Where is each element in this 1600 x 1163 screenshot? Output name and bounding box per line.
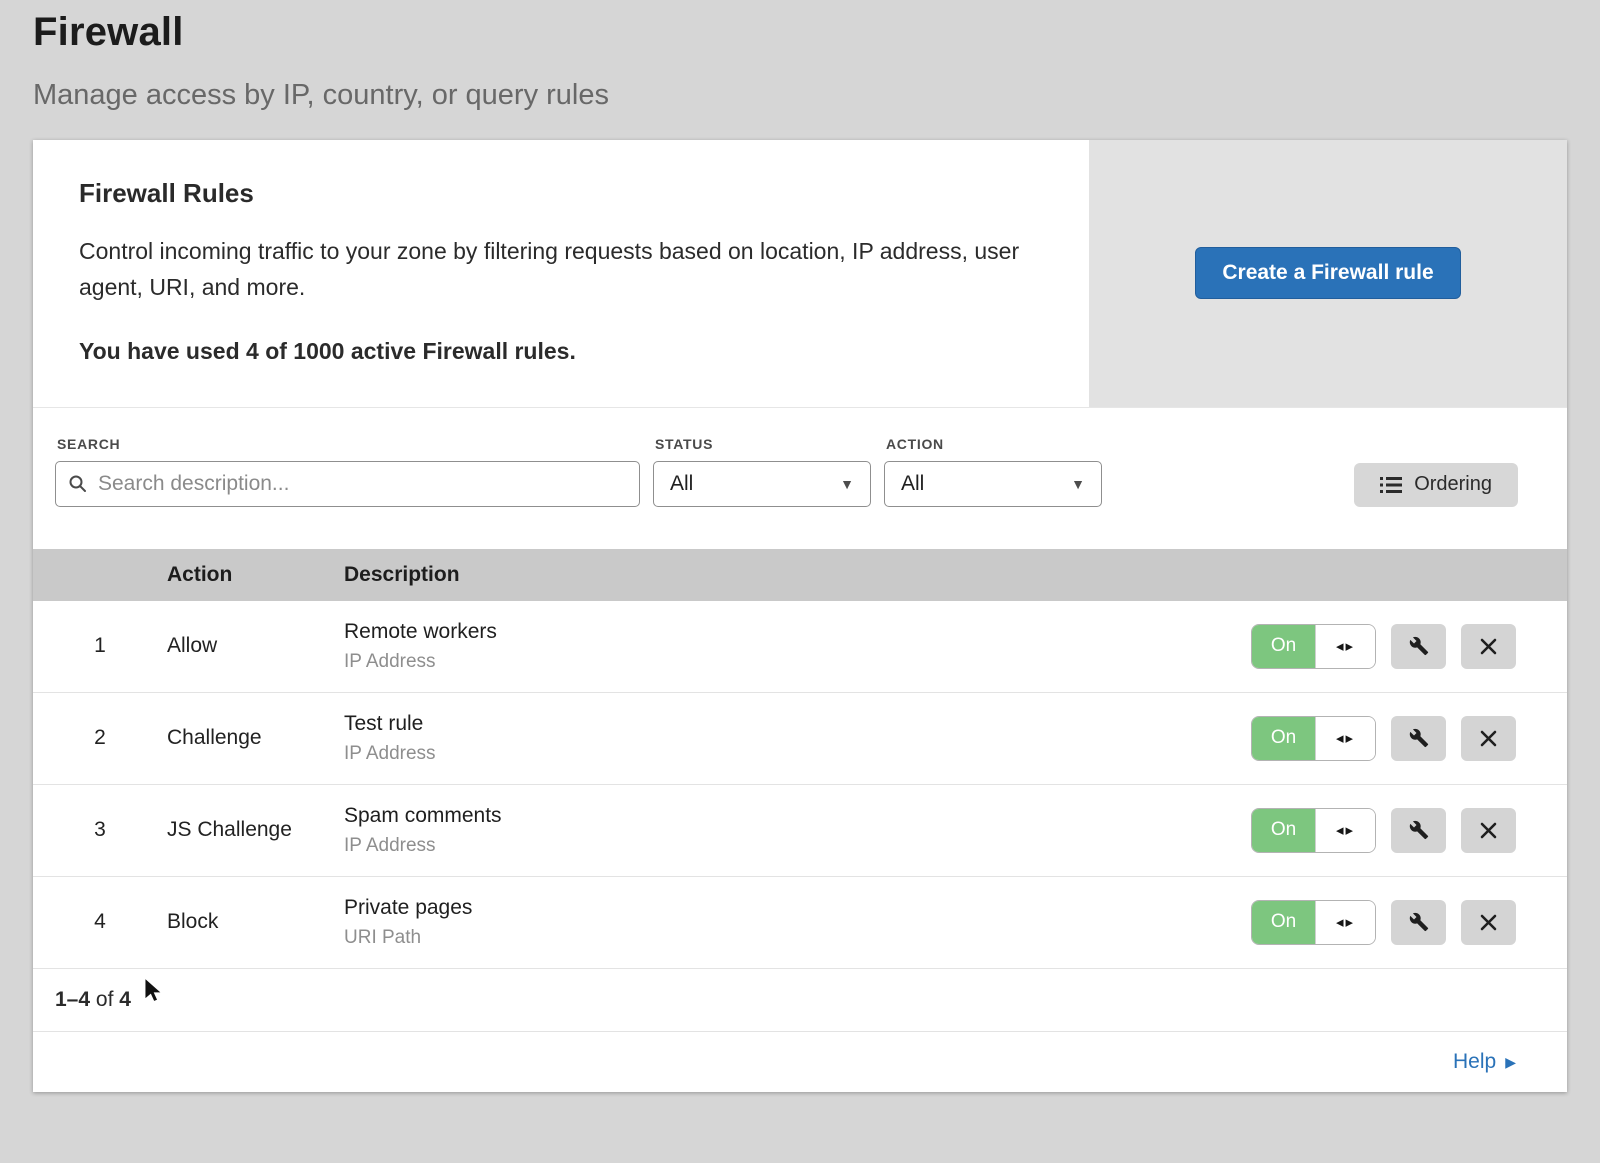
page-title: Firewall [33,10,1567,55]
rule-description: Test rule [344,712,1251,736]
search-input[interactable] [96,471,627,497]
ordering-button[interactable]: Ordering [1354,463,1518,507]
action-select-value: All [901,472,924,496]
delete-rule-button[interactable] [1461,808,1516,853]
edit-rule-button[interactable] [1391,900,1446,945]
rule-description: Spam comments [344,804,1251,828]
page-header: Firewall Manage access by IP, country, o… [0,0,1600,112]
delete-rule-button[interactable] [1461,900,1516,945]
rule-enabled-toggle[interactable]: On ◂▸ [1251,716,1376,761]
help-arrow-icon: ▶ [1505,1054,1516,1071]
edit-rule-button[interactable] [1391,808,1446,853]
description-column-header: Description [344,563,1567,587]
toggle-on-label: On [1252,717,1315,760]
rule-controls: On ◂▸ [1251,808,1567,853]
card-intro-section: Firewall Rules Control incoming traffic … [33,140,1567,408]
toggle-arrows-icon: ◂▸ [1315,625,1375,668]
rule-action: Block [167,910,344,934]
toggle-arrows-icon: ◂▸ [1315,901,1375,944]
toggle-on-label: On [1252,809,1315,852]
filter-bar: SEARCH STATUS All ▼ ACTION All ▼ [33,408,1567,549]
rule-controls: On ◂▸ [1251,624,1567,669]
status-label: STATUS [655,436,871,452]
status-filter-group: STATUS All ▼ [653,436,871,507]
chevron-down-icon: ▼ [840,476,854,492]
rule-description-cell: Spam comments IP Address [344,804,1251,857]
delete-rule-button[interactable] [1461,716,1516,761]
close-icon [1480,730,1497,747]
usage-text: You have used 4 of 1000 active Firewall … [79,338,1029,365]
edit-rule-button[interactable] [1391,716,1446,761]
rule-match-type: URI Path [344,927,1251,949]
search-label: SEARCH [57,436,640,452]
edit-rule-button[interactable] [1391,624,1446,669]
rule-number: 3 [33,818,167,842]
wrench-icon [1409,912,1429,932]
table-row: 2 Challenge Test rule IP Address On ◂▸ [33,693,1567,785]
pagination-total: 4 [119,988,131,1011]
table-row: 3 JS Challenge Spam comments IP Address … [33,785,1567,877]
rule-description-cell: Test rule IP Address [344,712,1251,765]
pagination-range: 1–4 [55,988,90,1011]
table-row: 1 Allow Remote workers IP Address On ◂▸ [33,601,1567,693]
search-filter-group: SEARCH [55,436,640,507]
rule-match-type: IP Address [344,743,1251,765]
action-filter-group: ACTION All ▼ [884,436,1102,507]
action-column-header: Action [167,563,344,587]
toggle-on-label: On [1252,901,1315,944]
toggle-arrows-icon: ◂▸ [1315,809,1375,852]
pagination: 1–4 of 4 [33,969,1567,1032]
pagination-of: of [96,988,114,1011]
wrench-icon [1409,820,1429,840]
search-box [55,461,640,507]
chevron-down-icon: ▼ [1071,476,1085,492]
ordering-icon [1380,476,1402,494]
delete-rule-button[interactable] [1461,624,1516,669]
status-select[interactable]: All ▼ [653,461,871,507]
action-label: ACTION [886,436,1102,452]
close-icon [1480,822,1497,839]
firewall-rules-card: Firewall Rules Control incoming traffic … [33,140,1567,1092]
rule-action: Allow [167,634,344,658]
rule-description: Remote workers [344,620,1251,644]
rule-controls: On ◂▸ [1251,900,1567,945]
page-subtitle: Manage access by IP, country, or query r… [33,79,1567,112]
rule-description-cell: Private pages URI Path [344,896,1251,949]
wrench-icon [1409,728,1429,748]
rule-enabled-toggle[interactable]: On ◂▸ [1251,624,1376,669]
section-heading: Firewall Rules [79,178,1029,209]
action-select[interactable]: All ▼ [884,461,1102,507]
rule-number: 2 [33,726,167,750]
create-firewall-rule-button[interactable]: Create a Firewall rule [1195,247,1460,299]
search-icon [68,474,88,494]
help-link[interactable]: Help ▶ [1453,1050,1516,1074]
help-link-label: Help [1453,1050,1496,1074]
rule-number: 1 [33,634,167,658]
rule-match-type: IP Address [344,835,1251,857]
rule-description-cell: Remote workers IP Address [344,620,1251,673]
toggle-on-label: On [1252,625,1315,668]
card-intro-text: Firewall Rules Control incoming traffic … [33,140,1089,407]
rule-description: Private pages [344,896,1251,920]
rule-controls: On ◂▸ [1251,716,1567,761]
section-description: Control incoming traffic to your zone by… [79,233,1029,306]
close-icon [1480,638,1497,655]
rule-match-type: IP Address [344,651,1251,673]
cta-panel: Create a Firewall rule [1089,140,1567,407]
help-row: Help ▶ [33,1032,1567,1092]
rule-enabled-toggle[interactable]: On ◂▸ [1251,900,1376,945]
rule-action: Challenge [167,726,344,750]
close-icon [1480,914,1497,931]
table-header: Action Description [33,549,1567,601]
toggle-arrows-icon: ◂▸ [1315,717,1375,760]
rule-number: 4 [33,910,167,934]
rule-action: JS Challenge [167,818,344,842]
ordering-button-label: Ordering [1414,473,1492,496]
table-row: 4 Block Private pages URI Path On ◂▸ [33,877,1567,969]
status-select-value: All [670,472,693,496]
rule-enabled-toggle[interactable]: On ◂▸ [1251,808,1376,853]
wrench-icon [1409,636,1429,656]
